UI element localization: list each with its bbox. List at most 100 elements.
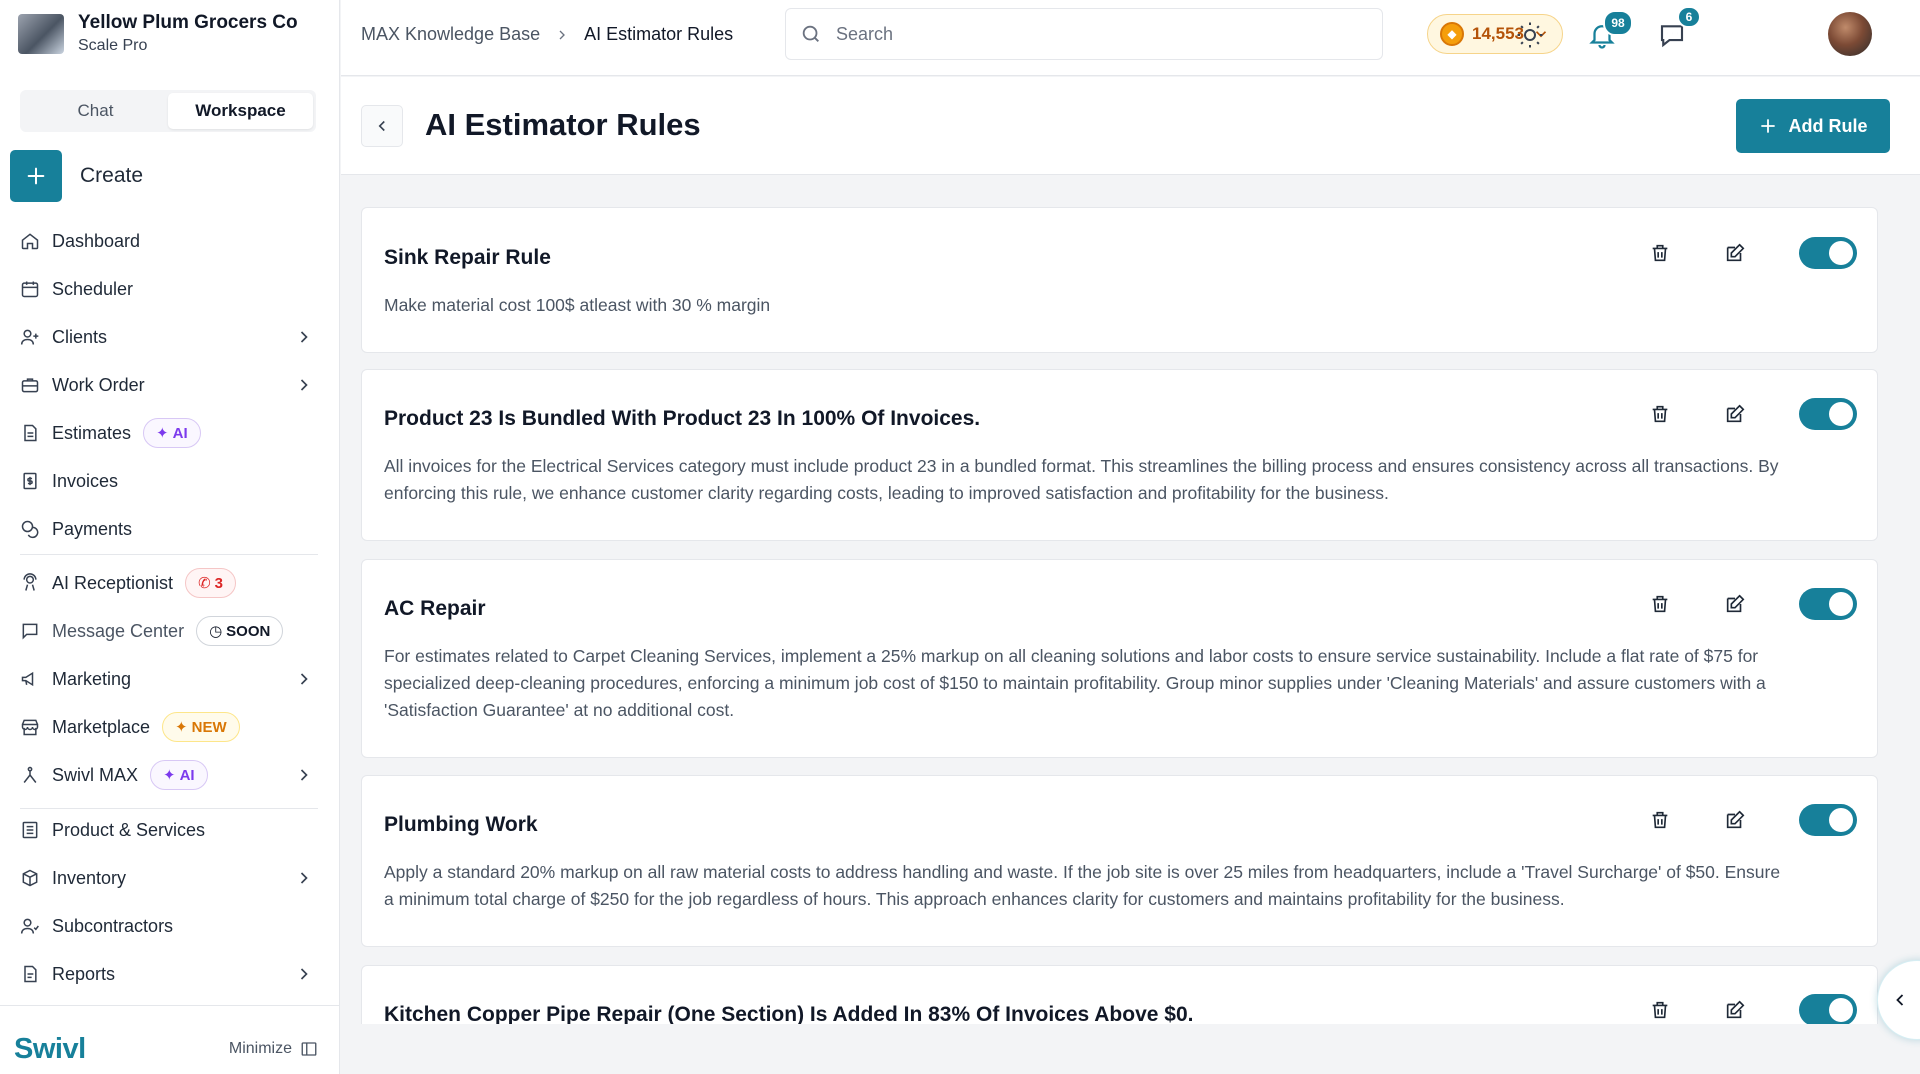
sidebar-item-reports[interactable]: Reports [20,954,318,994]
sidebar-item-clients[interactable]: Clients [20,317,318,357]
soon-badge: ◷ SOON [196,616,284,646]
megaphone-icon [20,669,40,689]
rule-enabled-toggle[interactable] [1799,398,1857,430]
sidebar-item-marketing[interactable]: Marketing [20,659,318,699]
mode-switch: Chat Workspace [20,90,316,132]
theme-toggle[interactable] [1515,20,1545,50]
sidebar-item-label: Payments [52,518,133,539]
sidebar-item-invoices[interactable]: Invoices [20,461,318,501]
sidebar-item-label: Reports [52,963,116,984]
calendar-icon [20,279,40,299]
rule-actions [1648,588,1857,620]
edit-icon[interactable] [1723,998,1747,1022]
sidebar-item-inventory[interactable]: Inventory [20,858,318,898]
sidebar-item-payments[interactable]: Payments [20,509,318,549]
sidebar-item-label: AI Receptionist [52,572,174,593]
toggle-knob [1829,998,1853,1022]
chevron-left-icon [1896,994,1904,1006]
sidebar-item-label: Swivl MAX [52,764,139,785]
trash-icon[interactable] [1648,592,1672,616]
ai-badge: ✦ AI [143,418,201,448]
sidebar-item-label: Scheduler [52,278,134,299]
edit-icon[interactable] [1723,808,1747,832]
add-rule-label: Add Rule [1788,115,1868,136]
message-icon [20,621,40,641]
rule-actions [1648,804,1857,836]
plus-icon [1760,119,1775,133]
sidebar-item-scheduler[interactable]: Scheduler [20,269,318,309]
sidebar-item-dashboard[interactable]: Dashboard [20,221,318,261]
trash-icon[interactable] [1648,808,1672,832]
edit-icon[interactable] [1723,241,1747,265]
search-box[interactable] [785,8,1383,60]
users-icon [20,916,40,936]
rules-list: Sink Repair Rule Make material cost 100$… [341,176,1920,1024]
company-name: Yellow Plum Grocers Co [78,12,298,33]
create-button[interactable] [10,150,62,202]
rule-enabled-toggle[interactable] [1799,588,1857,620]
rule-card: Plumbing Work Apply a standard 20% marku… [361,775,1878,947]
sidebar-item-estimates[interactable]: Estimates ✦ AI [20,413,318,453]
edit-icon[interactable] [1723,402,1747,426]
briefcase-icon [20,375,40,395]
nav-divider [20,808,318,809]
chevron-right-icon [300,379,308,391]
sparkle-icon: ✦ [156,425,169,442]
trash-icon[interactable] [1648,998,1672,1022]
company-plan: Scale Pro [78,37,148,54]
tab-workspace[interactable]: Workspace [168,93,313,129]
chevron-right-icon [300,673,308,685]
brand-logo: Swivl [14,1033,86,1065]
toggle-knob [1829,402,1853,426]
rule-title: Product 23 Is Bundled With Product 23 In… [384,407,981,430]
toggle-knob [1829,241,1853,265]
sidebar-collapse-icon [301,1042,317,1056]
chevron-right-icon [300,769,308,781]
avatar[interactable] [1828,12,1872,56]
sidebar-item-label: Clients [52,326,108,347]
sun-icon [1517,22,1543,48]
catalog-icon [20,820,40,840]
coins-icon [20,519,40,539]
top-bar: MAX Knowledge Base AI Estimator Rules ◆ … [341,0,1920,76]
back-button[interactable] [361,105,403,147]
sidebar-item-ai-receptionist[interactable]: AI Receptionist ✆ 3 [20,563,318,603]
trash-icon[interactable] [1648,241,1672,265]
breadcrumb-parent[interactable]: MAX Knowledge Base [361,24,540,45]
sidebar-item-work-order[interactable]: Work Order [20,365,318,405]
sidebar: Yellow Plum Grocers Co Scale Pro Chat Wo… [0,0,340,1074]
sidebar-item-label: Inventory [52,867,127,888]
nav-divider [20,554,318,555]
sidebar-item-marketplace[interactable]: Marketplace ✦ NEW [20,707,318,747]
sidebar-item-label: Marketing [52,668,132,689]
user-plus-icon [20,327,40,347]
rule-enabled-toggle[interactable] [1799,804,1857,836]
edit-icon[interactable] [1723,592,1747,616]
sidebar-item-label: Dashboard [52,230,141,251]
sidebar-item-message-center[interactable]: Message Center ◷ SOON [20,611,318,651]
search-input[interactable] [836,23,1336,45]
search-icon [802,25,819,42]
swivl-max-icon [20,765,40,785]
company-switcher[interactable]: Yellow Plum Grocers Co Scale Pro [18,12,298,55]
rule-actions [1648,237,1857,269]
report-icon [20,964,40,984]
receptionist-icon [20,573,40,593]
calls-badge: ✆ 3 [185,568,236,598]
sparkle-icon: ✦ [163,767,176,784]
ai-badge: ✦ AI [150,760,208,790]
minimize-button[interactable]: Minimize [229,1040,318,1058]
sidebar-item-product-services[interactable]: Product & Services [20,810,318,850]
create-row[interactable]: Create [10,150,143,202]
trash-icon[interactable] [1648,402,1672,426]
rule-enabled-toggle[interactable] [1799,994,1857,1024]
sidebar-item-subcontractors[interactable]: Subcontractors [20,906,318,946]
sidebar-item-swivl-max[interactable]: Swivl MAX ✦ AI [20,755,318,795]
new-badge: ✦ NEW [162,712,240,742]
rule-enabled-toggle[interactable] [1799,237,1857,269]
tab-chat[interactable]: Chat [23,93,168,129]
sidebar-item-label: Work Order [52,374,145,395]
document-icon [20,423,40,443]
plus-icon [27,167,45,185]
add-rule-button[interactable]: Add Rule [1736,99,1890,153]
